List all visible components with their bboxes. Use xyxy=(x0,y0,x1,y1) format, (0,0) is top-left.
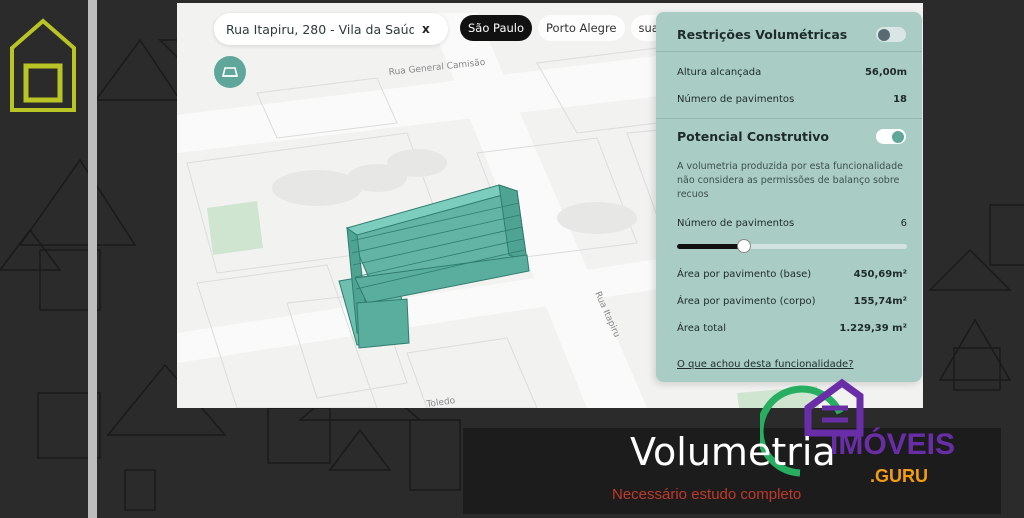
house-logo-icon xyxy=(10,18,76,112)
ruler-icon xyxy=(221,67,239,77)
city-chip-row: São Paulo Porto Alegre sua ci xyxy=(460,15,681,41)
city-chip-sao-paulo[interactable]: São Paulo xyxy=(460,15,533,41)
brand-name: IMÓVEIS xyxy=(830,428,956,461)
search-input[interactable]: Rua Itapiru, 280 - Vila da Saúde xyxy=(226,22,414,37)
potential-note: A volumetria produzida por esta funciona… xyxy=(677,161,903,200)
app-window: Rua General Camisão Rua Itapiru Toledo R… xyxy=(177,3,923,408)
floors-slider[interactable] xyxy=(677,239,907,253)
potential-title: Potencial Construtivo xyxy=(677,129,830,144)
stat-row: Altura alcançada 56,00m xyxy=(677,67,907,78)
volumetric-toggle[interactable] xyxy=(876,27,906,42)
stat-row: Número de pavimentos 18 xyxy=(677,94,907,105)
caption-subtitle: Necessário estudo completo xyxy=(612,486,802,503)
floors-row: Número de pavimentos 6 xyxy=(677,218,907,229)
city-chip-porto-alegre[interactable]: Porto Alegre xyxy=(538,15,625,41)
volumetry-panel: Restrições Volumétricas Altura alcançada… xyxy=(656,12,922,382)
stat-row: Área por pavimento (corpo) 155,74m² xyxy=(677,296,907,307)
stat-row: Área total 1.229,39 m² xyxy=(677,323,907,334)
search-pill[interactable]: Rua Itapiru, 280 - Vila da Saúde x xyxy=(214,13,448,45)
potential-toggle[interactable] xyxy=(876,129,906,144)
clear-search-button[interactable]: x xyxy=(422,22,430,36)
stat-row: Área por pavimento (base) 450,69m² xyxy=(677,269,907,280)
divider xyxy=(656,118,922,119)
slider-thumb[interactable] xyxy=(736,239,751,253)
brand-domain: .GURU xyxy=(870,466,928,486)
divider xyxy=(656,51,922,52)
map-tool-button[interactable] xyxy=(214,56,246,88)
feedback-link[interactable]: O que achou desta funcionalidade? xyxy=(677,359,854,370)
vertical-divider xyxy=(88,0,97,518)
volumetric-title: Restrições Volumétricas xyxy=(677,27,848,42)
caption-title: Volumetria xyxy=(630,430,836,474)
